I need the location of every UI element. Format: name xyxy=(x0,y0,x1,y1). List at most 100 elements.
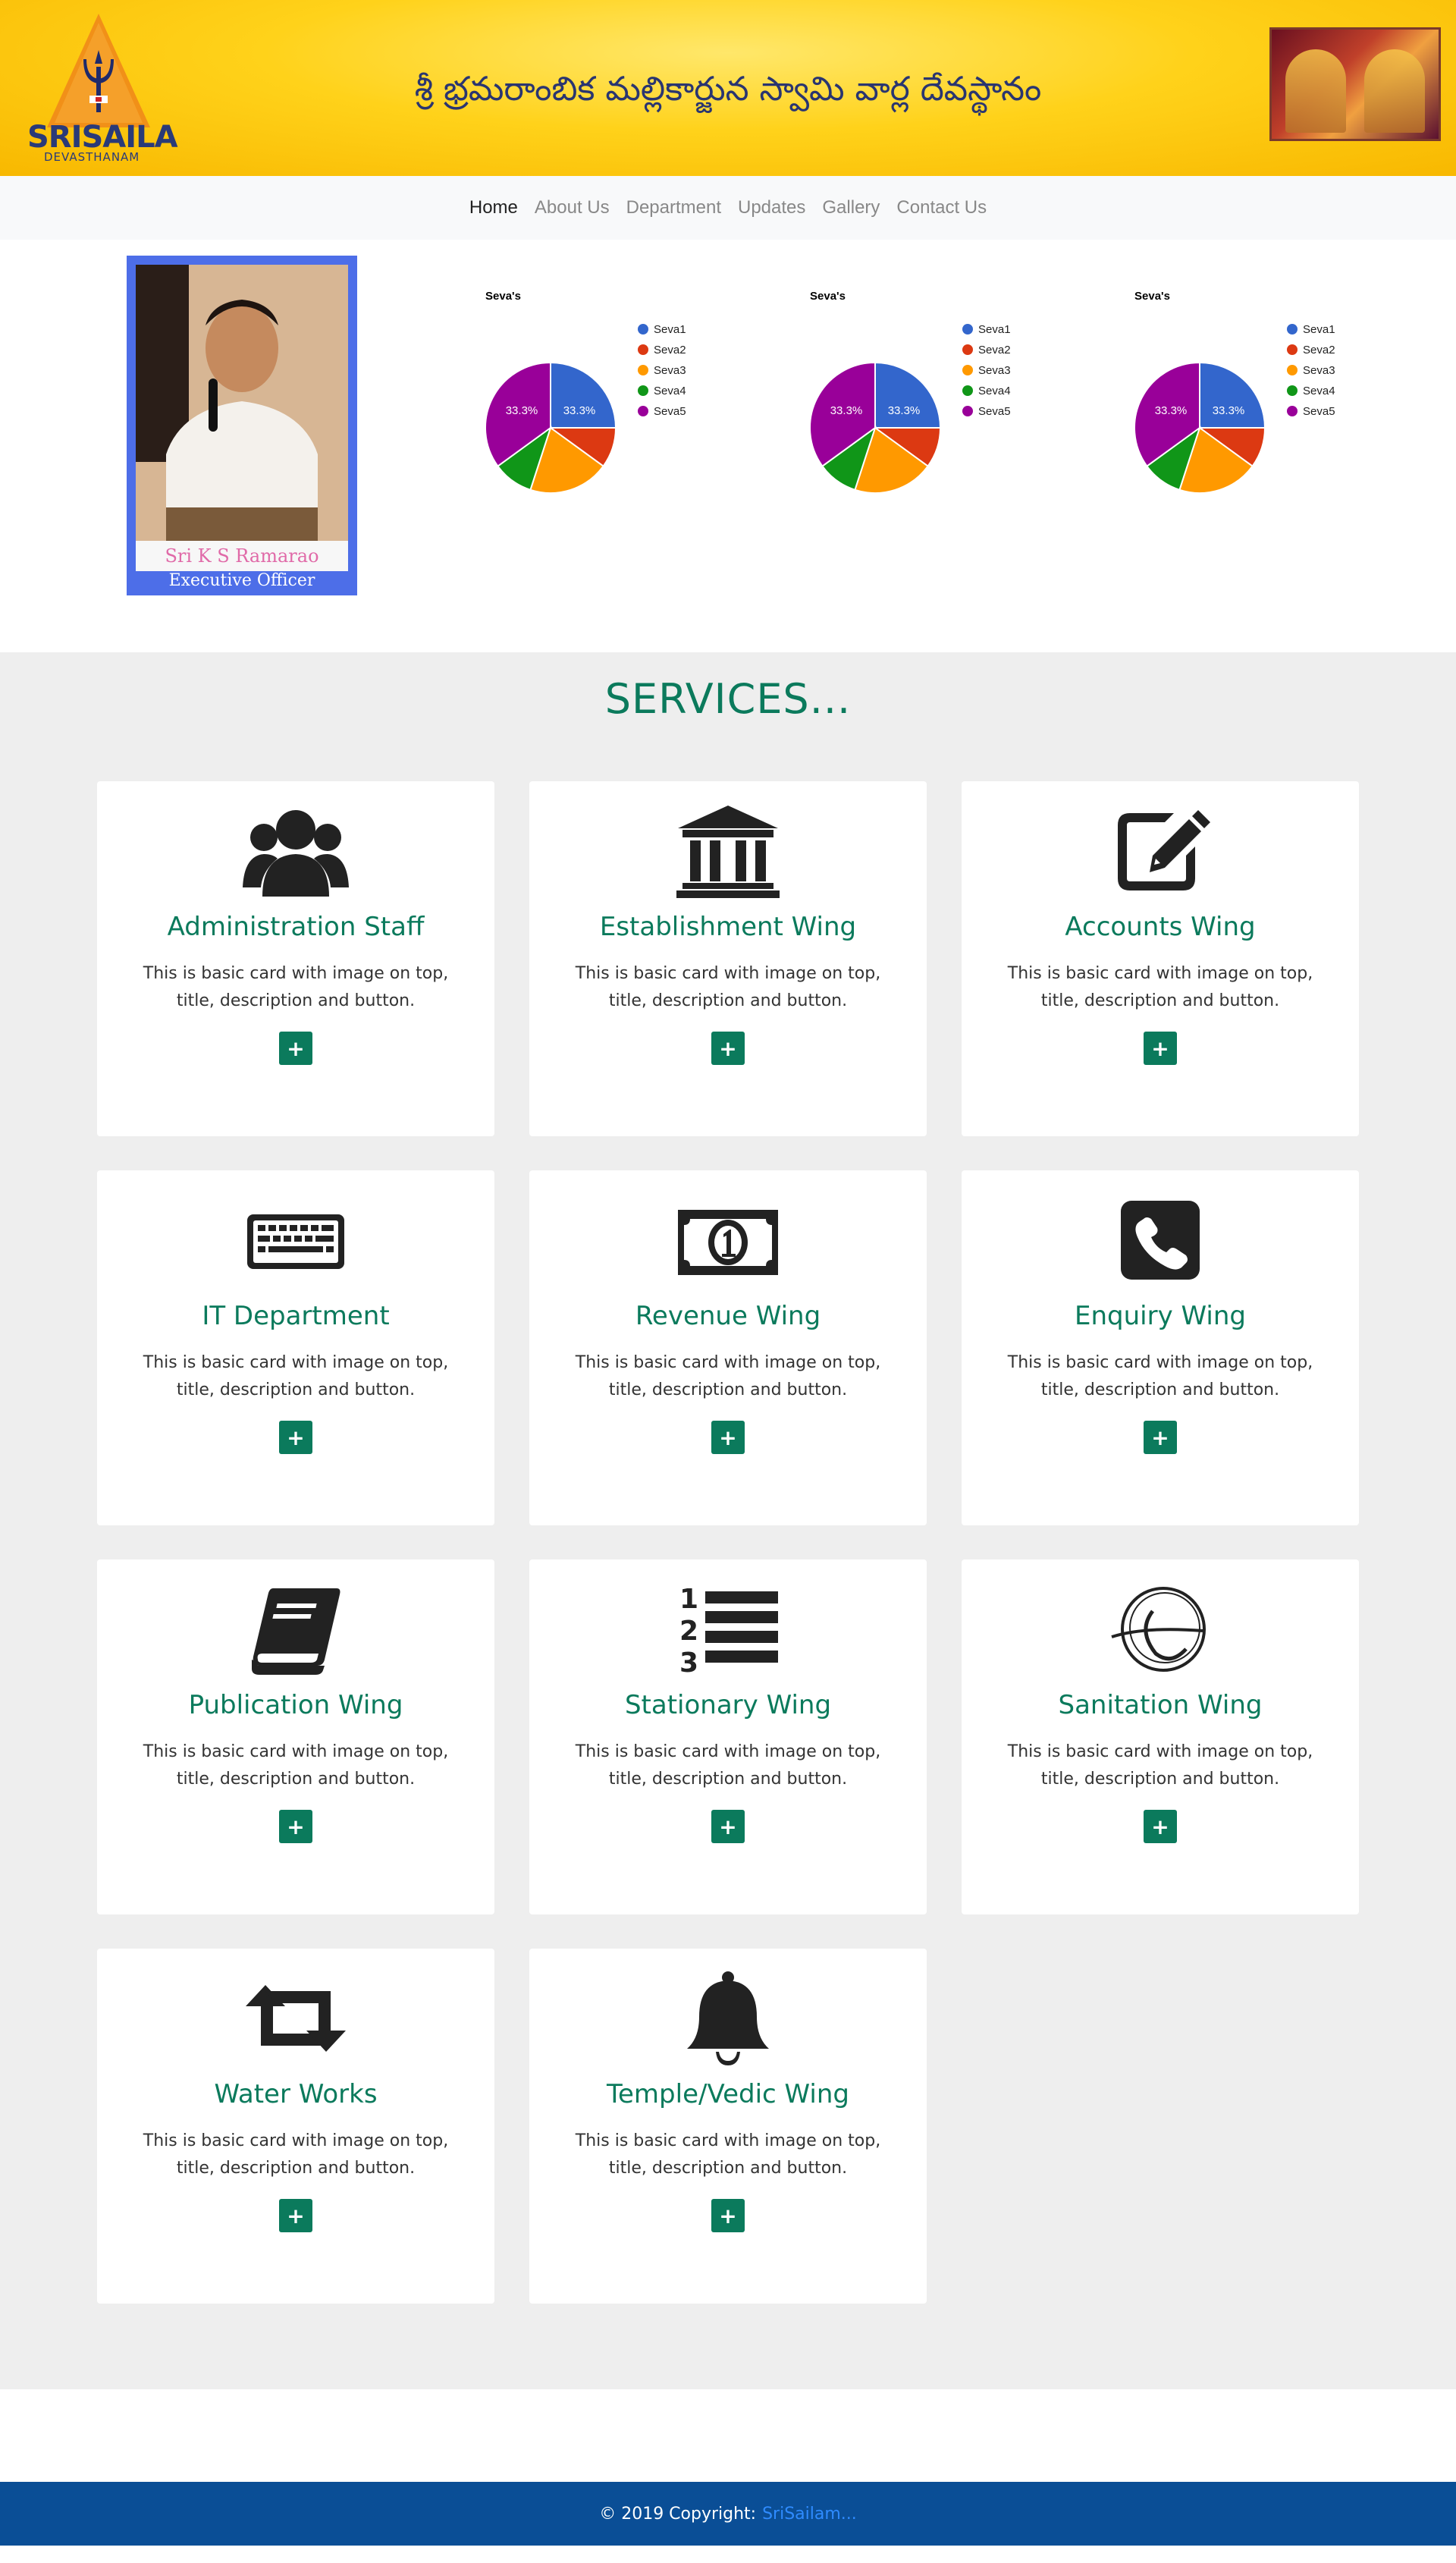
legend-swatch xyxy=(638,385,648,396)
card-title: Temple/Vedic Wing xyxy=(607,2079,849,2109)
deity-image xyxy=(1269,27,1441,141)
card-title: Water Works xyxy=(214,2079,378,2109)
nav-home[interactable]: Home xyxy=(469,197,518,218)
officer-role: Executive Officer xyxy=(168,571,315,590)
card-plus-button[interactable]: + xyxy=(711,1421,745,1454)
nav-gallery[interactable]: Gallery xyxy=(822,197,880,218)
officer-card: Sri K S Ramarao Executive Officer xyxy=(127,256,357,595)
nav-department[interactable]: Department xyxy=(626,197,721,218)
card-plus-button[interactable]: + xyxy=(711,1032,745,1065)
legend-swatch xyxy=(1287,365,1298,375)
svg-text:3: 3 xyxy=(679,1647,698,1679)
legend-swatch xyxy=(962,406,973,416)
nav-updates[interactable]: Updates xyxy=(738,197,805,218)
seva-chart-1: Seva's 33.3% 33.3% Seva1 Seva2 Seva3 Seva4 Sev… xyxy=(478,282,736,510)
card-plus-button[interactable]: + xyxy=(711,1810,745,1843)
site-title: శ్రీ భ్రమరాంబిక మల్లికార్జున స్వామి వార్… xyxy=(414,70,1042,108)
legend-swatch xyxy=(962,344,973,355)
card-description: This is basic card with image on top, ti… xyxy=(1007,1353,1313,1399)
legend-label[interactable]: Seva1 xyxy=(654,323,686,336)
legend-label[interactable]: Seva2 xyxy=(654,344,686,356)
legend-label[interactable]: Seva5 xyxy=(654,405,686,418)
pie-slice-seva1[interactable] xyxy=(1199,361,1266,429)
service-card-stationary: 1 2 3 Stationary Wing This is basic card… xyxy=(529,1559,927,1914)
list-ol-icon: 1 2 3 xyxy=(529,1581,927,1679)
legend-label[interactable]: Seva4 xyxy=(978,385,1011,397)
users-icon xyxy=(97,803,494,901)
legend-label[interactable]: Seva2 xyxy=(978,344,1011,356)
card-description: This is basic card with image on top, ti… xyxy=(1007,1742,1313,1789)
card-description: This is basic card with image on top, ti… xyxy=(575,1353,881,1399)
services-title: SERVICES... xyxy=(604,675,852,723)
card-plus-button[interactable]: + xyxy=(1144,1810,1177,1843)
service-card-temple-vedic: Temple/Vedic Wing This is basic card wit… xyxy=(529,1949,927,2304)
legend-label[interactable]: Seva3 xyxy=(654,364,686,377)
legend-swatch xyxy=(638,406,648,416)
services-section: SERVICES... Administration Staff This is… xyxy=(0,652,1456,2389)
legend-label[interactable]: Seva4 xyxy=(1303,385,1335,397)
legend-label[interactable]: Seva3 xyxy=(1303,364,1335,377)
officer-photo xyxy=(136,265,348,550)
legend-label[interactable]: Seva3 xyxy=(978,364,1011,377)
legend-swatch xyxy=(962,385,973,396)
service-card-revenue: Revenue Wing This is basic card with ima… xyxy=(529,1170,927,1525)
legend-label[interactable]: Seva5 xyxy=(978,405,1011,418)
seva-chart-2: Seva's 33.3% 33.3% Seva1 Seva2 Seva3 Seva4 Sev… xyxy=(802,282,1060,510)
pie-data-label: 33.3% xyxy=(1213,404,1245,417)
svg-text:1: 1 xyxy=(679,1584,698,1615)
card-title: Enquiry Wing xyxy=(1075,1301,1246,1331)
card-plus-button[interactable]: + xyxy=(279,1032,312,1065)
nav-about-us[interactable]: About Us xyxy=(535,197,610,218)
bell-icon xyxy=(529,1970,927,2068)
legend-label[interactable]: Seva4 xyxy=(654,385,686,397)
legend-label[interactable]: Seva1 xyxy=(1303,323,1335,336)
institution-icon xyxy=(529,803,927,901)
service-card-it-department: IT Department This is basic card with im… xyxy=(97,1170,494,1525)
service-card-water-works: Water Works This is basic card with imag… xyxy=(97,1949,494,2304)
pie-slice-seva1[interactable] xyxy=(874,361,942,429)
legend-label[interactable]: Seva2 xyxy=(1303,344,1335,356)
seva-chart-3: Seva's 33.3% 33.3% Seva1 Seva2 Seva3 Seva4 Sev… xyxy=(1127,282,1385,510)
card-title: Administration Staff xyxy=(167,912,425,942)
site-header: SRISAILA DEVASTHANAM శ్రీ భ్రమరాంబిక మల్… xyxy=(0,0,1456,176)
legend-label[interactable]: Seva1 xyxy=(978,323,1011,336)
sanitation-logo-icon xyxy=(962,1581,1359,1679)
pie-slice-seva1[interactable] xyxy=(550,361,617,429)
card-title: IT Department xyxy=(202,1301,390,1331)
legend-swatch xyxy=(638,344,648,355)
logo-subtext: DEVASTHANAM xyxy=(44,150,140,164)
pie-data-label: 33.3% xyxy=(888,404,921,417)
service-card-enquiry: Enquiry Wing This is basic card with ima… xyxy=(962,1170,1359,1525)
card-description: This is basic card with image on top, ti… xyxy=(143,2131,449,2178)
legend-swatch xyxy=(1287,385,1298,396)
legend-swatch xyxy=(638,365,648,375)
pie-data-label: 33.3% xyxy=(506,404,538,417)
money-icon xyxy=(529,1192,927,1290)
legend-swatch xyxy=(962,365,973,375)
footer-link[interactable]: SriSailam... xyxy=(762,2505,857,2524)
legend-label[interactable]: Seva5 xyxy=(1303,405,1335,418)
service-card-administration: Administration Staff This is basic card … xyxy=(97,781,494,1136)
card-title: Sanitation Wing xyxy=(1058,1690,1263,1720)
card-title: Revenue Wing xyxy=(635,1301,821,1331)
service-card-publication: Publication Wing This is basic card with… xyxy=(97,1559,494,1914)
card-plus-button[interactable]: + xyxy=(279,1810,312,1843)
card-plus-button[interactable]: + xyxy=(1144,1032,1177,1065)
pie-data-label: 33.3% xyxy=(1155,404,1188,417)
copyright-text: © 2019 Copyright: xyxy=(599,2504,757,2524)
legend-swatch xyxy=(962,324,973,335)
legend-swatch xyxy=(638,324,648,335)
card-plus-button[interactable]: + xyxy=(1144,1421,1177,1454)
pie-chart-svg: 33.3% 33.3% Seva1 Seva2 Seva3 Seva4 Seva5 xyxy=(1134,323,1335,494)
card-description: This is basic card with image on top, ti… xyxy=(575,964,881,1010)
legend-swatch xyxy=(1287,324,1298,335)
officer-portrait-icon xyxy=(136,265,348,550)
card-description: This is basic card with image on top, ti… xyxy=(143,1742,449,1789)
card-plus-button[interactable]: + xyxy=(279,1421,312,1454)
card-description: This is basic card with image on top, ti… xyxy=(575,1742,881,1789)
officer-name: Sri K S Ramarao xyxy=(136,541,348,571)
card-description: This is basic card with image on top, ti… xyxy=(1007,964,1313,1010)
card-plus-button[interactable]: + xyxy=(711,2199,745,2232)
nav-contact-us[interactable]: Contact Us xyxy=(896,197,987,218)
card-plus-button[interactable]: + xyxy=(279,2199,312,2232)
